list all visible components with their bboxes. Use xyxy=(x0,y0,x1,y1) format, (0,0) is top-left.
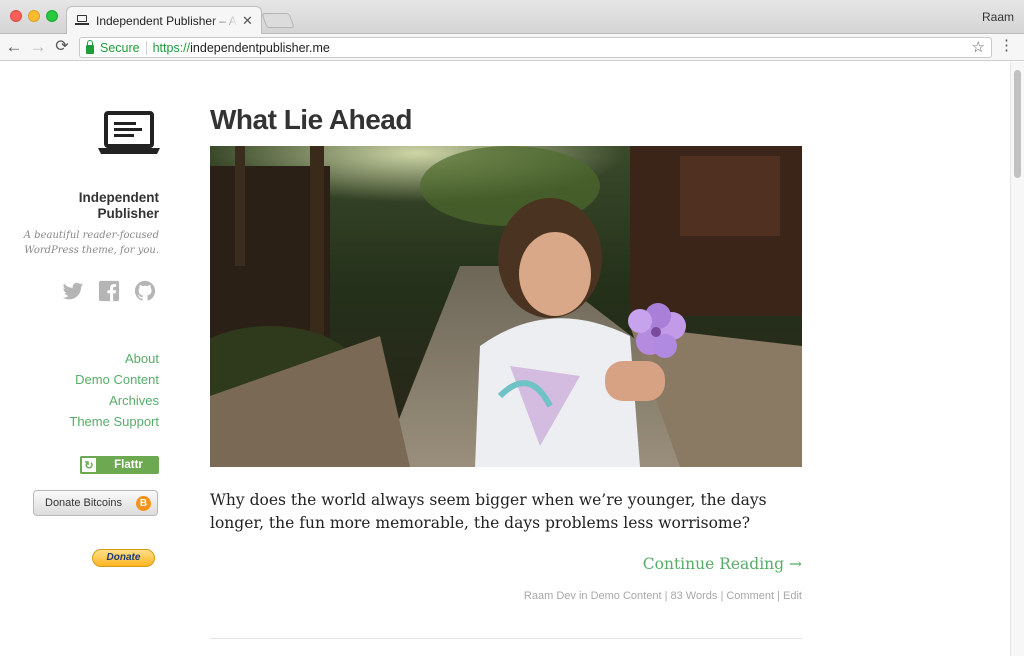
post-excerpt: Why does the world always seem bigger wh… xyxy=(210,491,767,532)
profile-name[interactable]: Raam xyxy=(982,10,1014,24)
meta-separator: | xyxy=(720,590,724,602)
reload-icon[interactable]: ⟳ xyxy=(52,37,72,57)
post-title[interactable]: What Lie Ahead xyxy=(210,104,412,136)
sidebar-item-demo-content[interactable]: Demo Content xyxy=(69,369,159,390)
meta-separator: | xyxy=(664,590,668,602)
post-divider xyxy=(210,638,802,639)
post-edit-link[interactable]: Edit xyxy=(783,590,802,602)
lock-icon xyxy=(86,39,94,54)
flattr-icon: ↻ xyxy=(80,456,98,474)
browser-tab-active[interactable]: Independent Publisher – A beautiful read… xyxy=(66,6,262,34)
flattr-label: Flattr xyxy=(114,459,143,471)
url-scheme: https:// xyxy=(152,40,191,55)
featured-image[interactable] xyxy=(210,146,802,467)
twitter-icon[interactable] xyxy=(62,280,84,302)
facebook-icon[interactable] xyxy=(98,280,120,302)
post-comment-link[interactable]: Comment xyxy=(726,590,774,602)
donate-bitcoins-label: Donate Bitcoins xyxy=(45,497,123,509)
post-word-count: 83 Words xyxy=(670,590,718,602)
browser-titlebar: Independent Publisher – A beautiful read… xyxy=(0,0,1024,34)
post-meta: Raam Dev in Demo Content | 83 Words | Co… xyxy=(524,590,802,602)
continue-reading-link[interactable]: Continue Reading → xyxy=(643,555,802,573)
flattr-button[interactable]: ↻ Flattr xyxy=(80,456,159,474)
laptop-logo-icon[interactable] xyxy=(97,110,161,158)
meta-separator: | xyxy=(777,590,780,602)
donate-bitcoins-button[interactable]: Donate Bitcoins B xyxy=(33,490,158,516)
address-bar[interactable]: Secure https:// independentpublisher.me … xyxy=(79,37,992,58)
forward-icon[interactable]: → xyxy=(28,37,48,57)
sidebar-nav: About Demo Content Archives Theme Suppor… xyxy=(69,348,159,432)
site-description: A beautiful reader-focused WordPress the… xyxy=(23,230,159,256)
site-title[interactable]: Independent Publisher xyxy=(39,190,159,222)
sidebar-item-archives[interactable]: Archives xyxy=(69,390,159,411)
page-scrollbar[interactable] xyxy=(1010,62,1024,656)
page-viewport: Independent Publisher A beautiful reader… xyxy=(0,62,1024,656)
window-minimize-button[interactable] xyxy=(28,10,40,22)
paypal-donate-button[interactable]: Donate xyxy=(92,549,155,567)
social-links xyxy=(62,280,156,302)
bookmark-star-icon[interactable]: ☆ xyxy=(972,38,985,57)
laptop-favicon-icon xyxy=(75,15,89,26)
omnibox-separator xyxy=(145,40,147,55)
back-icon[interactable]: ← xyxy=(4,37,24,57)
window-maximize-button[interactable] xyxy=(46,10,58,22)
post-author-link[interactable]: Raam Dev xyxy=(524,590,576,602)
sidebar-item-about[interactable]: About xyxy=(69,348,159,369)
secure-label: Secure xyxy=(100,40,140,55)
post-category-link[interactable]: Demo Content xyxy=(591,590,662,602)
meta-in-word: in xyxy=(578,590,588,602)
window-close-button[interactable] xyxy=(10,10,22,22)
browser-toolbar: ← → ⟳ Secure https:// independentpublish… xyxy=(0,34,1024,61)
scrollbar-thumb[interactable] xyxy=(1014,70,1021,178)
browser-menu-icon[interactable]: ⋮ xyxy=(999,36,1014,56)
github-icon[interactable] xyxy=(134,280,156,302)
url-host: independentpublisher.me xyxy=(190,40,330,55)
new-tab-button[interactable] xyxy=(261,13,295,28)
tab-title: Independent Publisher – A beautiful read… xyxy=(96,13,238,28)
sidebar-item-theme-support[interactable]: Theme Support xyxy=(69,411,159,432)
bitcoin-icon: B xyxy=(136,496,151,511)
tab-close-icon[interactable]: ✕ xyxy=(242,13,253,29)
